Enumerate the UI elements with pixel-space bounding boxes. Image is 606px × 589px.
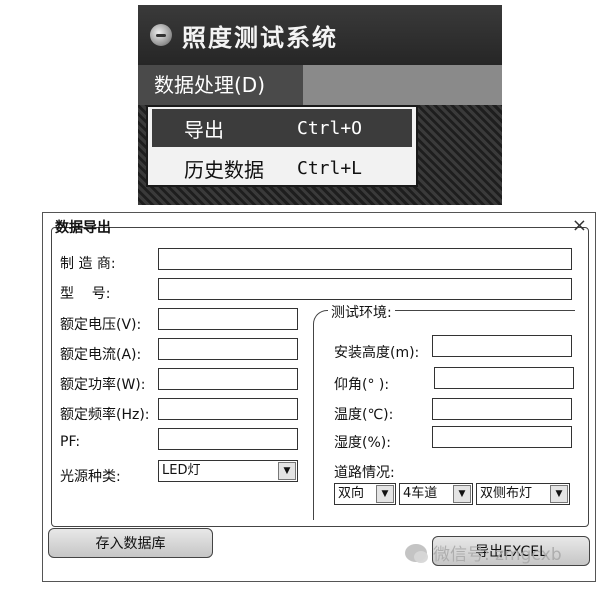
watermark-text: 微信号: zmgcxb xyxy=(433,545,562,565)
test-environment-title: 测试环境: xyxy=(328,302,395,322)
model-label: 型 号: xyxy=(60,286,111,302)
close-icon[interactable]: × xyxy=(572,215,587,236)
rated-current-input[interactable] xyxy=(158,338,298,360)
rated-current-label: 额定电流(A): xyxy=(60,347,142,363)
rated-frequency-label: 额定频率(Hz): xyxy=(60,407,150,423)
light-source-value: LED灯 xyxy=(162,463,201,478)
rated-voltage-input[interactable] xyxy=(158,308,298,330)
humidity-label: 湿度(%): xyxy=(334,435,391,451)
light-source-select[interactable]: LED灯 ▼ xyxy=(158,460,298,482)
road-direction-select[interactable]: 双向 ▼ xyxy=(334,483,396,505)
install-height-input[interactable] xyxy=(432,335,572,357)
menu-item-label: 历史数据 xyxy=(184,157,264,182)
elevation-label: 仰角(° ): xyxy=(334,377,390,393)
temperature-label: 温度(℃): xyxy=(334,407,394,423)
menu-item-export[interactable]: 导出 Ctrl+O xyxy=(152,109,412,147)
lamp-layout-select[interactable]: 双侧布灯 ▼ xyxy=(476,483,570,505)
install-height-label: 安装高度(m): xyxy=(334,345,420,361)
lanes-select[interactable]: 4车道 ▼ xyxy=(399,483,473,505)
save-to-database-label: 存入数据库 xyxy=(95,536,166,552)
lanes-value: 4车道 xyxy=(403,486,438,501)
rated-voltage-label: 额定电压(V): xyxy=(60,317,142,333)
watermark: 微信号: zmgcxb xyxy=(405,540,562,565)
elevation-input[interactable] xyxy=(434,367,574,389)
wechat-icon xyxy=(405,543,428,563)
menu-data-processing[interactable]: 数据处理(D) xyxy=(138,65,303,105)
menu-item-history-data[interactable]: 历史数据 Ctrl+L xyxy=(152,149,412,187)
humidity-input[interactable] xyxy=(432,426,572,448)
save-to-database-button[interactable]: 存入数据库 xyxy=(48,528,213,558)
menu-item-shortcut: Ctrl+O xyxy=(297,117,363,139)
rated-frequency-input[interactable] xyxy=(158,398,298,420)
rated-power-input[interactable] xyxy=(158,368,298,390)
rated-power-label: 额定功率(W): xyxy=(60,377,146,393)
app-window: 照度测试系统 数据处理(D) 导出 Ctrl+O 历史数据 Ctrl+L xyxy=(138,5,502,205)
chevron-down-icon[interactable]: ▼ xyxy=(550,485,568,503)
dialog-title: 数据导出 xyxy=(55,220,111,236)
light-source-label: 光源种类: xyxy=(60,469,121,485)
app-logo-icon xyxy=(150,24,172,46)
temperature-input[interactable] xyxy=(432,398,572,420)
road-direction-value: 双向 xyxy=(338,486,365,501)
lamp-layout-value: 双侧布灯 xyxy=(480,486,533,501)
manufacturer-label: 制 造 商: xyxy=(60,256,116,272)
data-processing-dropdown: 导出 Ctrl+O 历史数据 Ctrl+L xyxy=(146,105,418,187)
menu-bar: 数据处理(D) xyxy=(138,65,502,105)
chevron-down-icon[interactable]: ▼ xyxy=(376,485,394,503)
menu-item-label: 导出 xyxy=(184,117,224,142)
chevron-down-icon[interactable]: ▼ xyxy=(453,485,471,503)
menu-item-shortcut: Ctrl+L xyxy=(297,157,363,179)
chevron-down-icon[interactable]: ▼ xyxy=(278,462,296,480)
model-input[interactable] xyxy=(158,278,572,300)
app-title: 照度测试系统 xyxy=(182,23,338,52)
road-condition-label: 道路情况: xyxy=(334,465,395,481)
pf-input[interactable] xyxy=(158,428,298,450)
manufacturer-input[interactable] xyxy=(158,248,572,270)
title-bar: 照度测试系统 xyxy=(138,5,502,65)
pf-label: PF: xyxy=(60,434,81,450)
